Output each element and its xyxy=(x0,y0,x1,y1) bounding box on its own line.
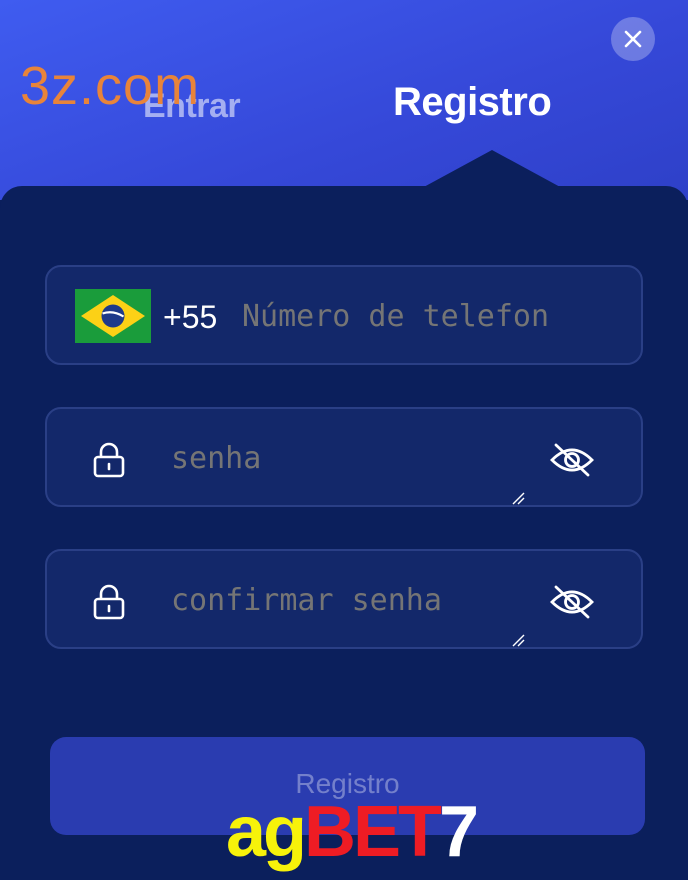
resize-handle-icon[interactable] xyxy=(511,491,525,505)
phone-input[interactable] xyxy=(242,297,602,337)
brand-part-ag: ag xyxy=(226,792,307,872)
resize-handle-icon[interactable] xyxy=(511,633,525,647)
password-field[interactable] xyxy=(45,407,643,507)
confirm-password-field[interactable] xyxy=(45,549,643,649)
confirm-password-input[interactable] xyxy=(171,581,511,621)
lock-icon xyxy=(93,584,125,620)
brand-part-7: 7 xyxy=(439,792,479,872)
brazil-flag-icon[interactable] xyxy=(75,289,151,343)
eye-off-icon[interactable] xyxy=(549,585,595,619)
password-input[interactable] xyxy=(171,439,511,479)
close-button[interactable] xyxy=(611,17,655,61)
eye-off-icon[interactable] xyxy=(549,443,595,477)
tab-registro[interactable]: Registro xyxy=(393,78,552,126)
active-tab-indicator xyxy=(422,150,562,188)
agbet7-watermark: agBET7 xyxy=(226,792,479,872)
country-code[interactable]: +55 xyxy=(163,297,217,337)
phone-field[interactable]: +55 xyxy=(45,265,643,365)
lock-icon xyxy=(93,442,125,478)
close-icon xyxy=(624,30,642,48)
watermark-3z: 3z.com xyxy=(20,56,201,116)
brand-part-bet: BET xyxy=(304,792,442,872)
